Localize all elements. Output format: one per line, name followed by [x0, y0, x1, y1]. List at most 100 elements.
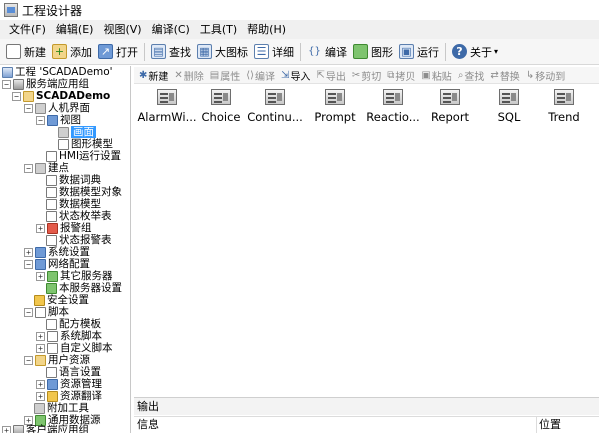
large-icons-button[interactable]: ▦ 大图标 — [194, 41, 251, 63]
compile-button[interactable]: {} 编译 — [304, 41, 350, 63]
expand-icon[interactable]: + — [36, 343, 45, 353]
menu-tools[interactable]: 工具(T) — [195, 20, 242, 39]
menu-view[interactable]: 视图(V) — [98, 20, 146, 39]
tree-label: 配方模板 — [59, 318, 101, 330]
about-button[interactable]: ? 关于 ▾ — [449, 41, 501, 63]
tree-scadademo[interactable]: − SCADADemo — [12, 90, 110, 102]
column-header-position[interactable]: 位置 — [536, 417, 599, 433]
tree-system-settings[interactable]: + 系统设置 — [24, 246, 90, 258]
tree-data-dict[interactable]: 数据词典 — [46, 174, 101, 186]
list-item[interactable]: Reactio... — [362, 89, 424, 124]
content-delete-button[interactable]: ✕ 删除 — [171, 68, 206, 83]
expand-icon[interactable]: + — [36, 271, 45, 281]
content-properties-button[interactable]: ▤ 属性 — [207, 68, 243, 83]
tree-state-alarm[interactable]: 状态报警表 — [46, 234, 112, 246]
list-item[interactable]: AlarmWi... — [136, 89, 198, 124]
list-item[interactable]: SQL — [478, 89, 540, 124]
tree-project[interactable]: 工程 'SCADADemo' — [2, 66, 113, 78]
collapse-icon[interactable]: − — [24, 163, 33, 173]
graphics-button[interactable]: 图形 — [350, 41, 396, 63]
tree-data-model-obj[interactable]: 数据模型对象 — [46, 186, 122, 198]
menu-bar: 文件(F) 编辑(E) 视图(V) 编译(C) 工具(T) 帮助(H) — [0, 20, 599, 39]
expand-icon[interactable]: + — [36, 331, 45, 341]
tree-language[interactable]: 语言设置 — [46, 366, 101, 378]
content-import-label: 导入 — [290, 71, 311, 83]
content-copy-button[interactable]: ⧉ 拷贝 — [384, 68, 418, 83]
list-item[interactable]: Trend — [533, 89, 595, 124]
content-move-button[interactable]: ↳ 移动到 — [523, 68, 568, 83]
collapse-icon[interactable]: − — [24, 307, 33, 317]
tree-state-enum[interactable]: 状态枚举表 — [46, 210, 112, 222]
resources-icon — [35, 354, 46, 366]
content-paste-button[interactable]: ▣ 粘贴 — [418, 68, 454, 83]
tree-custom-scripts[interactable]: + 自定义脚本 — [36, 342, 113, 354]
list-item-label: Trend — [548, 110, 580, 124]
expand-icon[interactable]: + — [36, 223, 45, 233]
list-item[interactable]: Choice — [190, 89, 252, 124]
new-button[interactable]: 新建 — [3, 41, 49, 63]
menu-edit[interactable]: 编辑(E) — [51, 20, 99, 39]
tree-local-server[interactable]: 本服务器设置 — [46, 282, 122, 294]
menu-help[interactable]: 帮助(H) — [242, 20, 291, 39]
tree-recipe-template[interactable]: 配方模板 — [46, 318, 101, 330]
details-button[interactable]: ☰ 详细 — [251, 41, 297, 63]
expand-icon[interactable]: + — [36, 391, 45, 401]
collapse-icon[interactable]: − — [24, 355, 33, 365]
tree-views[interactable]: − 视图 — [36, 114, 81, 126]
menu-compile[interactable]: 编译(C) — [147, 20, 195, 39]
tree-points[interactable]: − 建点 — [24, 162, 69, 174]
tree-hmi[interactable]: − 人机界面 — [24, 102, 90, 114]
toolbar-separator — [300, 42, 301, 61]
content-compile-button[interactable]: ⟨⟩ 编译 — [243, 68, 278, 83]
collapse-icon[interactable]: − — [24, 259, 33, 269]
tree-other-servers[interactable]: + 其它服务器 — [36, 270, 113, 282]
collapse-icon[interactable]: − — [36, 115, 45, 125]
tree-system-scripts[interactable]: + 系统脚本 — [36, 330, 102, 342]
column-header-info[interactable]: 信息 — [137, 417, 159, 433]
screen-file-icon — [383, 89, 403, 105]
collapse-icon[interactable]: − — [2, 79, 11, 89]
screen-file-icon — [157, 89, 177, 105]
list-item[interactable]: Report — [419, 89, 481, 124]
content-new-button[interactable]: ✱ 新建 — [136, 68, 171, 83]
tree-resource-translate[interactable]: + 资源翻译 — [36, 390, 102, 402]
tree-label: 本服务器设置 — [59, 282, 122, 294]
open-button[interactable]: ↗ 打开 — [95, 41, 141, 63]
content-import-button[interactable]: ⇲ 导入 — [278, 68, 313, 83]
tree-label: SCADADemo — [36, 90, 111, 102]
tree-screens[interactable]: 画面 — [58, 126, 96, 138]
project-tree[interactable]: 工程 'SCADADemo' − 服务端应用组 − SCADADemo − 人机… — [0, 66, 131, 433]
tree-alarm-group[interactable]: + 报警组 — [36, 222, 92, 234]
tree-label: 资源管理 — [60, 378, 102, 390]
tree-graphic-models[interactable]: 图形模型 — [58, 138, 113, 150]
expand-icon[interactable]: + — [24, 247, 33, 257]
collapse-icon[interactable]: − — [24, 103, 33, 113]
list-item[interactable]: Prompt — [304, 89, 366, 124]
new-file-icon — [6, 44, 21, 59]
tree-label: 数据模型 — [59, 198, 101, 210]
content-replace-button[interactable]: ⇄ 替换 — [487, 68, 522, 83]
toolbar-separator — [144, 42, 145, 61]
server-group-icon — [13, 78, 24, 90]
tree-security[interactable]: 安全设置 — [34, 294, 89, 306]
content-find-button[interactable]: ⌕ 查找 — [455, 68, 488, 83]
tree-addon-tools[interactable]: 附加工具 — [34, 402, 89, 414]
list-item[interactable]: Continu... — [244, 89, 306, 124]
run-button[interactable]: ▣ 运行 — [396, 41, 442, 63]
tree-server-app[interactable]: − 服务端应用组 — [2, 78, 89, 90]
tree-client-app[interactable]: + 客户端应用组 — [2, 424, 89, 433]
find-button[interactable]: ▤ 查找 — [148, 41, 194, 63]
tree-hmi-runtime[interactable]: HMI运行设置 — [46, 150, 121, 162]
menu-file[interactable]: 文件(F) — [4, 20, 51, 39]
content-cut-button[interactable]: ✂ 剪切 — [349, 68, 384, 83]
tree-data-model[interactable]: 数据模型 — [46, 198, 101, 210]
content-export-button[interactable]: ⇱ 导出 — [313, 68, 348, 83]
tree-resource-mgmt[interactable]: + 资源管理 — [36, 378, 102, 390]
collapse-icon[interactable]: − — [12, 91, 21, 101]
tree-scripts[interactable]: − 脚本 — [24, 306, 69, 318]
expand-icon[interactable]: + — [2, 425, 11, 433]
tree-user-resources[interactable]: − 用户资源 — [24, 354, 90, 366]
tree-network-config[interactable]: − 网络配置 — [24, 258, 90, 270]
expand-icon[interactable]: + — [36, 379, 45, 389]
add-button[interactable]: + 添加 — [49, 41, 95, 63]
